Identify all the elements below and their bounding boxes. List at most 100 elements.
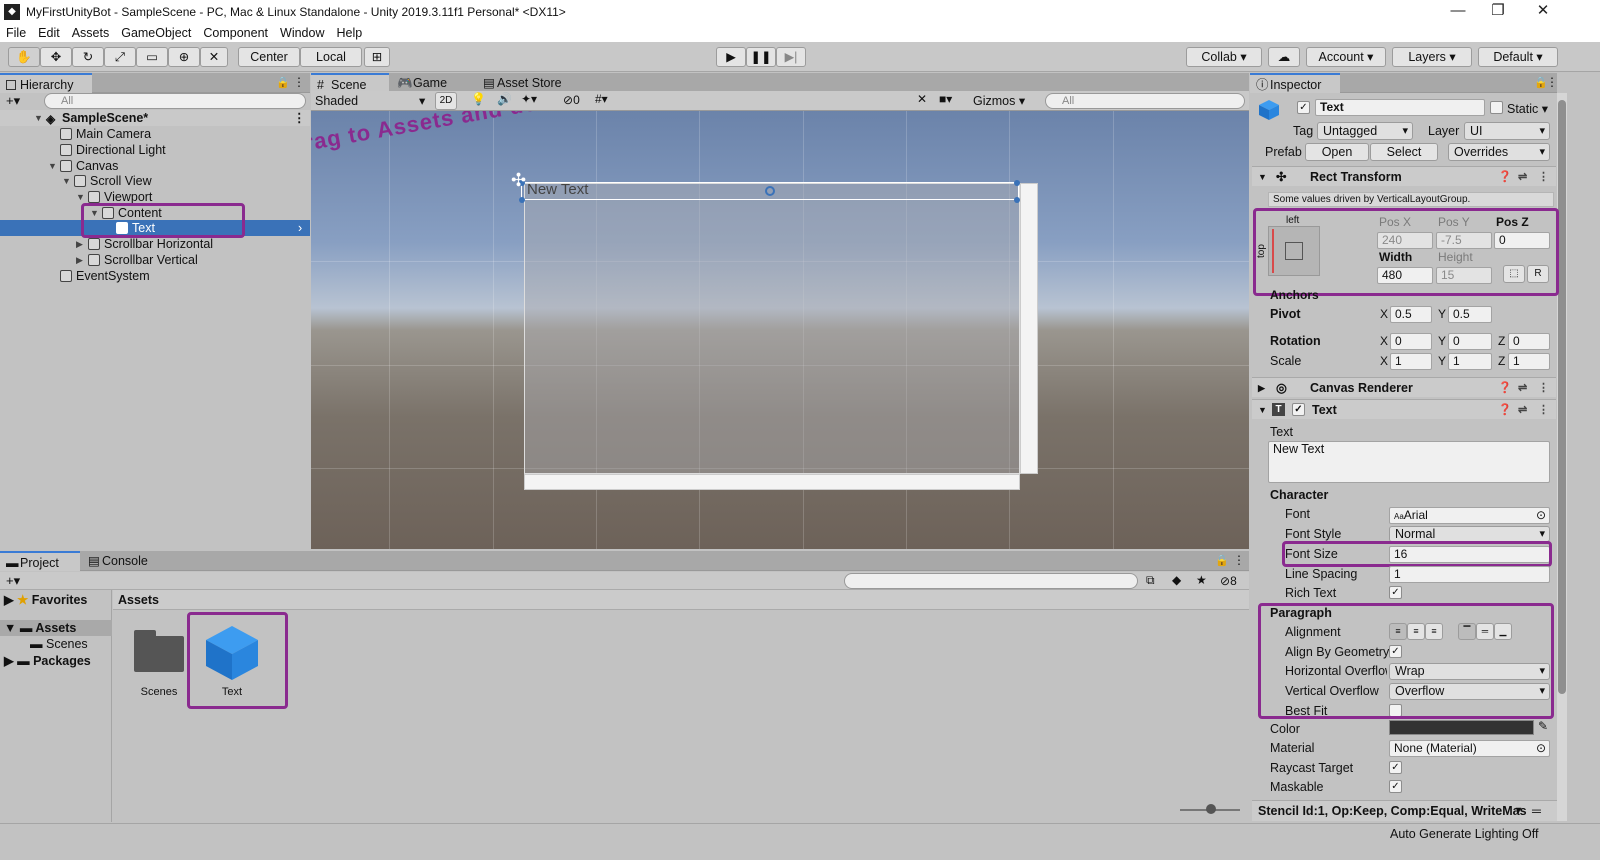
menu-window[interactable]: Window xyxy=(274,26,330,40)
expand-arrow-icon[interactable]: ▼ xyxy=(1258,400,1267,420)
hierarchy-item-directional-light[interactable]: Directional Light xyxy=(0,142,310,158)
presets-icon[interactable]: ⇌ xyxy=(1518,167,1527,187)
menu-help[interactable]: Help xyxy=(330,26,368,40)
hand-tool-icon[interactable]: ✋ xyxy=(8,47,40,67)
zoom-slider-thumb[interactable] xyxy=(1206,804,1216,814)
rotation-x-field[interactable]: 0 xyxy=(1390,333,1432,350)
rect-transform-header[interactable]: ▼ ✣ Rect Transform ❓ ⇌ ⋮ xyxy=(1252,166,1556,186)
favorite-icon[interactable]: ★ xyxy=(1196,573,1207,587)
scale-z-field[interactable]: 1 xyxy=(1508,353,1550,370)
rect-tool-icon[interactable]: ▭ xyxy=(136,47,168,67)
static-dropdown[interactable]: Static ▾ xyxy=(1507,101,1548,116)
help-icon[interactable]: ❓ xyxy=(1498,400,1512,420)
hierarchy-search-input[interactable]: All xyxy=(44,93,306,109)
help-icon[interactable]: ❓ xyxy=(1498,167,1512,187)
effects-icon[interactable]: ✦▾ xyxy=(521,92,537,106)
collapse-arrow-icon[interactable]: ▶ xyxy=(76,236,83,252)
material-field[interactable]: None (Material) ⊙ xyxy=(1389,740,1550,757)
menu-file[interactable]: File xyxy=(0,26,32,40)
rotation-y-field[interactable]: 0 xyxy=(1448,333,1492,350)
transform-tool-icon[interactable]: ⊕ xyxy=(168,47,200,67)
pivot-handle[interactable] xyxy=(765,186,775,196)
text-content-textarea[interactable]: New Text xyxy=(1268,441,1550,483)
scene-row[interactable]: ▼ ◈ SampleScene* ⋮ xyxy=(0,110,310,126)
maximize-button[interactable]: ❐ xyxy=(1475,0,1521,24)
hierarchy-item-scrollbar-horizontal[interactable]: ▶ Scrollbar Horizontal xyxy=(0,236,310,252)
rotation-z-field[interactable]: 0 xyxy=(1508,333,1550,350)
color-swatch[interactable] xyxy=(1389,720,1534,735)
expand-arrow-icon[interactable]: ▼ xyxy=(48,158,57,174)
scenes-folder-asset[interactable] xyxy=(134,630,184,672)
lock-icon[interactable]: 🔒 xyxy=(1215,554,1229,567)
text-component-header[interactable]: ▼ T ✓ Text ❓ ⇌ ⋮ xyxy=(1252,399,1556,419)
object-name-field[interactable]: Text xyxy=(1315,99,1485,116)
shading-mode-dropdown[interactable]: Shaded ▾ xyxy=(315,93,431,109)
pivot-center-button[interactable]: Center xyxy=(238,47,300,67)
expand-arrow-icon[interactable]: ▼ xyxy=(1258,167,1267,187)
menu-dots-icon[interactable]: ⋮ xyxy=(293,75,305,89)
object-picker-icon[interactable]: ⊙ xyxy=(1536,508,1546,523)
font-style-dropdown[interactable]: Normal xyxy=(1389,526,1550,542)
menu-dots-icon[interactable]: ⋮ xyxy=(1233,553,1245,567)
line-spacing-field[interactable]: 1 xyxy=(1389,566,1550,583)
rotate-tool-icon[interactable]: ↻ xyxy=(72,47,104,67)
assets-tree-item[interactable]: ▼ ▬ Assets xyxy=(0,620,112,636)
component-menu-icon[interactable]: ⋮ xyxy=(1538,400,1549,420)
scale-x-field[interactable]: 1 xyxy=(1390,353,1432,370)
tab-scene[interactable]: # Scene xyxy=(311,73,389,93)
hidden-objects-toggle[interactable]: ⊘0 xyxy=(563,93,580,107)
scene-view[interactable]: ✣ New Text <- Drag to Assets and delete xyxy=(311,111,1249,549)
account-dropdown[interactable]: Account ▾ xyxy=(1306,47,1386,67)
presets-icon[interactable]: ⇌ xyxy=(1518,400,1527,420)
prefab-open-button[interactable]: Open xyxy=(1305,143,1369,161)
menu-gameobject[interactable]: GameObject xyxy=(115,26,197,40)
drag-handle-icon[interactable]: ═ xyxy=(1532,801,1541,821)
presets-icon[interactable]: ⇌ xyxy=(1518,378,1527,398)
menu-dots-icon[interactable]: ⋮ xyxy=(1546,75,1558,89)
favorites-item[interactable]: ▶ ★ Favorites xyxy=(4,592,87,607)
chevron-down-icon[interactable]: ▾ xyxy=(1516,801,1521,821)
tab-inspector[interactable]: ⓘ Inspector xyxy=(1250,73,1340,93)
move-tool-icon[interactable]: ✥ xyxy=(40,47,72,67)
hierarchy-item-scrollbar-vertical[interactable]: ▶ Scrollbar Vertical xyxy=(0,252,310,268)
anchor-icon[interactable]: ✣ xyxy=(511,170,526,191)
pause-icon[interactable]: ❚❚ xyxy=(746,47,776,67)
audio-toggle-icon[interactable]: 🔊 xyxy=(497,92,512,106)
step-icon[interactable]: ▶| xyxy=(776,47,806,67)
lighting-status[interactable]: Auto Generate Lighting Off xyxy=(1390,827,1538,841)
collapse-arrow-icon[interactable]: ▶ xyxy=(1258,378,1265,398)
pivot-x-field[interactable]: 0.5 xyxy=(1390,306,1432,323)
raycast-target-checkbox[interactable]: ✓ xyxy=(1389,761,1402,774)
eyedropper-icon[interactable]: ✎ xyxy=(1538,719,1548,733)
cloud-icon[interactable]: ☁ xyxy=(1268,47,1300,67)
expand-arrow-icon[interactable]: ▼ xyxy=(34,110,43,126)
scale-y-field[interactable]: 1 xyxy=(1448,353,1492,370)
mode-2d-button[interactable]: 2D xyxy=(435,92,457,110)
component-menu-icon[interactable]: ⋮ xyxy=(1538,378,1549,398)
layer-dropdown[interactable]: UI xyxy=(1464,122,1550,140)
layers-dropdown[interactable]: Layers ▾ xyxy=(1392,47,1472,67)
hidden-packages-toggle[interactable]: ⊘8 xyxy=(1220,574,1237,588)
packages-tree-item[interactable]: ▶ ▬ Packages xyxy=(4,653,91,668)
resize-handle[interactable] xyxy=(519,197,525,203)
collab-dropdown[interactable]: Collab ▾ xyxy=(1186,47,1262,67)
add-icon[interactable]: +▾ xyxy=(6,573,20,589)
component-menu-icon[interactable]: ⋮ xyxy=(1538,167,1549,187)
font-field[interactable]: AaArial ⊙ xyxy=(1389,507,1550,524)
tab-project[interactable]: ▬ Project xyxy=(0,551,80,571)
scrollbar-horizontal-rect[interactable] xyxy=(524,474,1020,490)
menu-component[interactable]: Component xyxy=(197,26,274,40)
lock-icon[interactable]: 🔒 xyxy=(276,76,290,89)
hierarchy-item-eventsystem[interactable]: EventSystem xyxy=(0,268,310,284)
menu-assets[interactable]: Assets xyxy=(66,26,116,40)
rich-text-checkbox[interactable]: ✓ xyxy=(1389,586,1402,599)
snap-icon[interactable]: ⊞ xyxy=(364,47,390,67)
play-icon[interactable]: ▶ xyxy=(716,47,746,67)
hierarchy-item-canvas[interactable]: ▼ Canvas xyxy=(0,158,310,174)
hierarchy-item-scroll-view[interactable]: ▼ Scroll View xyxy=(0,173,310,189)
search-by-type-icon[interactable]: ⧉ xyxy=(1146,573,1155,588)
active-checkbox[interactable]: ✓ xyxy=(1297,101,1310,114)
camera-icon[interactable]: ■▾ xyxy=(939,92,952,106)
tools-icon[interactable]: ✕ xyxy=(917,92,927,106)
layout-dropdown[interactable]: Default ▾ xyxy=(1478,47,1558,67)
